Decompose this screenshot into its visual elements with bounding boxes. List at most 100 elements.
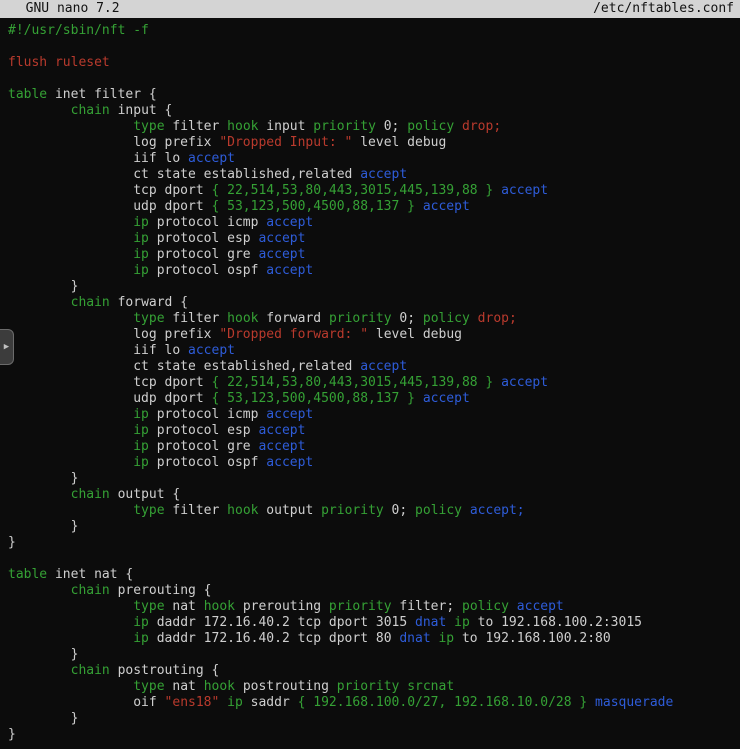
code-line <box>8 39 740 55</box>
code-line: ct state established,related accept <box>8 167 740 183</box>
code-token: chain <box>71 583 110 598</box>
code-token: filter; <box>392 599 462 614</box>
code-token: type <box>133 311 164 326</box>
code-token: to 192.168.100.2:3015 <box>470 615 642 630</box>
code-token: { 22,514,53,80,443,3015,445,139,88 } <box>212 183 494 198</box>
editor-buffer[interactable]: #!/usr/sbin/nft -fflush rulesettable ine… <box>0 18 740 743</box>
code-token <box>8 663 71 678</box>
code-token: policy <box>415 503 462 518</box>
code-token: priority <box>337 679 400 694</box>
code-token: policy <box>423 311 470 326</box>
expand-arrow-icon: ▶ <box>4 343 9 352</box>
code-token <box>493 375 501 390</box>
code-token: ip <box>438 631 454 646</box>
code-token: ip <box>133 439 149 454</box>
code-token: udp dport <box>8 199 212 214</box>
code-token: daddr 172.16.40.2 tcp dport 3015 <box>149 615 415 630</box>
code-token <box>8 247 133 262</box>
code-token: accept <box>423 391 470 406</box>
code-token: protocol esp <box>149 423 259 438</box>
code-token <box>8 599 133 614</box>
code-token: } <box>8 647 78 662</box>
code-token: ct state established,related <box>8 359 360 374</box>
code-token: dnat <box>399 631 430 646</box>
code-token <box>415 199 423 214</box>
code-token: ip <box>454 615 470 630</box>
code-token: output { <box>110 487 180 502</box>
code-line: } <box>8 647 740 663</box>
code-token: daddr 172.16.40.2 tcp dport 80 <box>149 631 399 646</box>
app-title: GNU nano 7.2 <box>10 0 120 18</box>
code-token <box>8 439 133 454</box>
code-line <box>8 551 740 567</box>
code-token <box>8 615 133 630</box>
code-line: } <box>8 279 740 295</box>
code-token <box>509 599 517 614</box>
code-token <box>8 583 71 598</box>
code-token: ip <box>133 231 149 246</box>
code-line: udp dport { 53,123,500,4500,88,137 } acc… <box>8 391 740 407</box>
code-token <box>470 311 478 326</box>
code-token: accept <box>258 423 305 438</box>
code-token <box>8 455 133 470</box>
code-line: chain input { <box>8 103 740 119</box>
code-token: accept <box>188 151 235 166</box>
code-token: accept <box>258 231 305 246</box>
code-token: } <box>8 279 78 294</box>
code-line: ip daddr 172.16.40.2 tcp dport 3015 dnat… <box>8 615 740 631</box>
code-token <box>8 487 71 502</box>
code-token: postrouting <box>235 679 337 694</box>
code-token: filter <box>165 503 228 518</box>
code-token: input { <box>110 103 173 118</box>
code-token: accept <box>266 263 313 278</box>
code-token: accept <box>188 343 235 358</box>
code-token: "Dropped forward: " <box>219 327 368 342</box>
code-token: } <box>8 711 78 726</box>
code-token: } <box>8 471 78 486</box>
code-token: ip <box>227 695 243 710</box>
code-token <box>8 263 133 278</box>
code-token: ct state established,related <box>8 167 360 182</box>
code-token: { 53,123,500,4500,88,137 } <box>212 391 416 406</box>
code-line: ip protocol esp accept <box>8 231 740 247</box>
code-line: ip protocol ospf accept <box>8 455 740 471</box>
code-token <box>8 423 133 438</box>
code-token: protocol esp <box>149 231 259 246</box>
code-line: ip protocol icmp accept <box>8 407 740 423</box>
code-line: flush ruleset <box>8 55 740 71</box>
code-token: accept; <box>470 503 525 518</box>
code-token <box>8 311 133 326</box>
code-token: 0; <box>384 503 415 518</box>
file-path: /etc/nftables.conf <box>593 0 734 18</box>
code-line: ct state established,related accept <box>8 359 740 375</box>
code-token: policy <box>407 119 454 134</box>
code-token: nat <box>165 599 204 614</box>
code-token: oif <box>8 695 165 710</box>
code-line: tcp dport { 22,514,53,80,443,3015,445,13… <box>8 375 740 391</box>
code-token: 0; <box>376 119 407 134</box>
code-token: protocol icmp <box>149 407 266 422</box>
code-token <box>8 631 133 646</box>
code-line: oif "ens18" ip saddr { 192.168.100.0/27,… <box>8 695 740 711</box>
code-token: flush ruleset <box>8 55 110 70</box>
side-panel-toggle[interactable]: ▶ <box>0 329 14 365</box>
code-token: protocol ospf <box>149 263 266 278</box>
code-token: type <box>133 119 164 134</box>
code-token: ip <box>133 455 149 470</box>
code-token: input <box>258 119 313 134</box>
code-token: hook <box>204 599 235 614</box>
code-token: prerouting <box>235 599 329 614</box>
code-token: protocol ospf <box>149 455 266 470</box>
code-token: drop; <box>462 119 501 134</box>
code-token: accept <box>258 247 305 262</box>
code-line: } <box>8 711 740 727</box>
code-token <box>8 679 133 694</box>
code-token: } <box>8 535 16 550</box>
code-line: type nat hook postrouting priority srcna… <box>8 679 740 695</box>
code-line: } <box>8 535 740 551</box>
code-line: ip protocol icmp accept <box>8 215 740 231</box>
code-line: tcp dport { 22,514,53,80,443,3015,445,13… <box>8 183 740 199</box>
code-token: tcp dport <box>8 375 212 390</box>
code-token <box>8 503 133 518</box>
code-token: protocol gre <box>149 247 259 262</box>
